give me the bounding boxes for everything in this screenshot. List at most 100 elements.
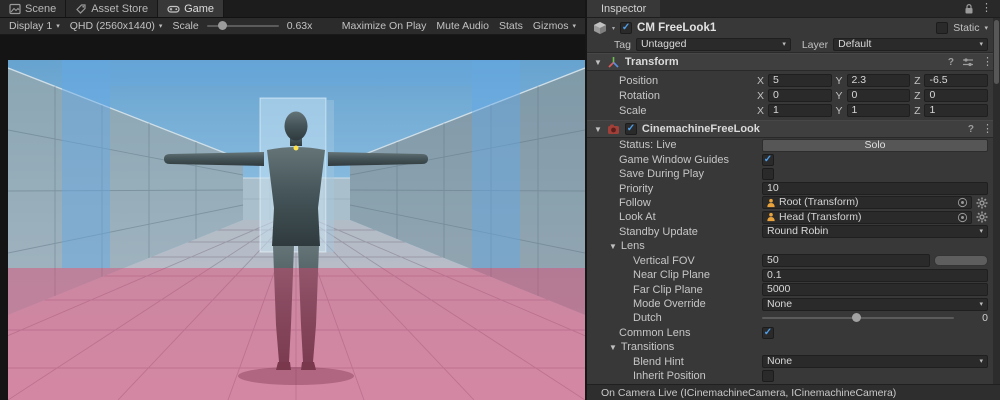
- common-lens-checkbox[interactable]: ✓: [762, 327, 774, 339]
- vertical-fov-slider[interactable]: [934, 255, 988, 266]
- follow-object-field[interactable]: Root (Transform): [762, 196, 972, 209]
- position-x-field[interactable]: 5: [768, 74, 832, 87]
- position-y-field[interactable]: 2.3: [847, 74, 911, 87]
- axis-y-label[interactable]: Y: [836, 90, 843, 102]
- follow-row: Follow Root (Transform): [587, 196, 1000, 210]
- solo-button[interactable]: Solo: [762, 139, 988, 152]
- kebab-menu-icon[interactable]: ⋮: [982, 57, 993, 68]
- save-during-play-label: Save During Play: [619, 168, 762, 180]
- blend-hint-dropdown[interactable]: None ▾: [762, 355, 988, 368]
- scale-slider-handle[interactable]: [218, 21, 227, 30]
- help-icon[interactable]: ?: [968, 124, 974, 135]
- inherit-position-checkbox[interactable]: [762, 370, 774, 382]
- display-dropdown[interactable]: Display 1 ▾: [4, 18, 65, 34]
- layer-dropdown[interactable]: Default ▾: [833, 38, 988, 51]
- cinemachine-icon: [607, 123, 620, 136]
- vertical-fov-field[interactable]: 50: [762, 254, 930, 267]
- chevron-down-icon: ▾: [572, 23, 576, 30]
- camera-status-text: On Camera Live (ICinemachineCamera, ICin…: [601, 387, 896, 399]
- dutch-slider-handle[interactable]: [852, 313, 861, 322]
- position-z-field[interactable]: -6.5: [924, 74, 988, 87]
- axis-x-label[interactable]: X: [757, 90, 764, 102]
- rotation-x-field[interactable]: 0: [768, 89, 832, 102]
- mute-audio-label: Mute Audio: [436, 20, 489, 32]
- static-label: Static: [953, 22, 979, 34]
- tab-scene[interactable]: Scene: [0, 0, 66, 17]
- scale-row: Scale X 1 Y 1 Z 1: [587, 103, 1000, 118]
- gameobject-name-field[interactable]: CM FreeLook1: [637, 22, 716, 34]
- presets-icon[interactable]: [962, 56, 974, 68]
- near-clip-field[interactable]: 0.1: [762, 269, 988, 282]
- tab-game-label: Game: [184, 3, 214, 15]
- soft-zone-left: [62, 60, 110, 268]
- check-icon: ✓: [622, 23, 630, 33]
- far-clip-field[interactable]: 5000: [762, 283, 988, 296]
- resolution-dropdown[interactable]: QHD (2560x1440) ▾: [65, 18, 168, 34]
- cinemachine-header[interactable]: ▼ ✓ CinemachineFreeLook ? ⋮: [587, 120, 1000, 138]
- lock-icon[interactable]: [964, 3, 974, 15]
- game-window-guides-checkbox[interactable]: ✓: [762, 154, 774, 166]
- component-enabled-checkbox[interactable]: ✓: [625, 123, 637, 135]
- help-icon[interactable]: ?: [948, 57, 954, 68]
- scale-label: Scale: [172, 20, 198, 32]
- object-picker-icon[interactable]: [957, 212, 968, 223]
- stats-button[interactable]: Stats: [494, 20, 528, 32]
- static-dropdown-caret-icon[interactable]: ▾: [984, 25, 988, 32]
- status-row: Status: Live Solo: [587, 138, 1000, 152]
- inspector-scrollbar[interactable]: [993, 18, 1000, 384]
- blend-hint-row: Blend Hint None ▾: [587, 355, 1000, 369]
- kebab-menu-icon[interactable]: ⋮: [981, 3, 992, 14]
- rotation-label: Rotation: [619, 90, 757, 102]
- axis-z-label[interactable]: Z: [914, 105, 920, 117]
- mode-override-dropdown[interactable]: None ▾: [762, 298, 988, 311]
- tab-inspector[interactable]: Inspector: [587, 0, 660, 17]
- scene-icon: [9, 3, 21, 15]
- transform-body: Position X 5 Y 2.3 Z -6.5 Rotation X 0 Y…: [587, 71, 1000, 120]
- tab-asset-store[interactable]: Asset Store: [66, 0, 158, 17]
- scale-y-field[interactable]: 1: [847, 104, 911, 117]
- transitions-title: Transitions: [621, 341, 674, 353]
- gear-icon[interactable]: [976, 197, 988, 209]
- mute-audio-button[interactable]: Mute Audio: [431, 20, 494, 32]
- tag-dropdown[interactable]: Untagged ▾: [636, 38, 791, 51]
- rotation-y-field[interactable]: 0: [847, 89, 911, 102]
- position-row: Position X 5 Y 2.3 Z -6.5: [587, 73, 1000, 88]
- foldout-arrow-icon[interactable]: ▼: [594, 58, 602, 67]
- scrollbar-thumb[interactable]: [994, 20, 999, 84]
- axis-y-label[interactable]: Y: [836, 105, 843, 117]
- gizmos-dropdown[interactable]: Gizmos ▾: [528, 20, 581, 32]
- priority-field[interactable]: 10: [762, 182, 988, 195]
- dutch-slider[interactable]: [762, 317, 954, 319]
- foldout-arrow-icon[interactable]: ▼: [594, 125, 602, 134]
- follow-value: Root (Transform): [779, 197, 954, 208]
- active-checkbox[interactable]: ✓: [620, 22, 632, 34]
- layer-label: Layer: [802, 39, 828, 51]
- scale-slider[interactable]: [207, 25, 279, 27]
- game-viewport[interactable]: [8, 60, 585, 400]
- lens-foldout[interactable]: ▼ Lens: [587, 239, 1000, 253]
- save-during-play-checkbox[interactable]: [762, 168, 774, 180]
- transform-header[interactable]: ▼ Transform ? ⋮: [587, 53, 1000, 71]
- inspector-tabbar: Inspector ⋮: [587, 0, 1000, 18]
- gear-icon[interactable]: [976, 211, 988, 223]
- axis-z-label[interactable]: Z: [914, 75, 920, 87]
- tab-game[interactable]: Game: [158, 0, 224, 17]
- axis-z-label[interactable]: Z: [914, 90, 920, 102]
- scale-x-field[interactable]: 1: [768, 104, 832, 117]
- maximize-on-play-button[interactable]: Maximize On Play: [337, 20, 432, 32]
- look-at-object-field[interactable]: Head (Transform): [762, 211, 972, 224]
- transitions-foldout[interactable]: ▼ Transitions: [587, 340, 1000, 354]
- gameobject-cube-icon[interactable]: [593, 21, 607, 35]
- standby-update-dropdown[interactable]: Round Robin ▾: [762, 225, 988, 238]
- dutch-row: Dutch 0: [587, 311, 1000, 325]
- dutch-value[interactable]: 0: [958, 312, 988, 324]
- kebab-menu-icon[interactable]: ⋮: [982, 124, 993, 135]
- axis-x-label[interactable]: X: [757, 75, 764, 87]
- scale-z-field[interactable]: 1: [924, 104, 988, 117]
- axis-x-label[interactable]: X: [757, 105, 764, 117]
- check-icon: ✓: [764, 155, 772, 165]
- axis-y-label[interactable]: Y: [836, 75, 843, 87]
- rotation-z-field[interactable]: 0: [924, 89, 988, 102]
- object-picker-icon[interactable]: [957, 197, 968, 208]
- static-checkbox[interactable]: [936, 22, 948, 34]
